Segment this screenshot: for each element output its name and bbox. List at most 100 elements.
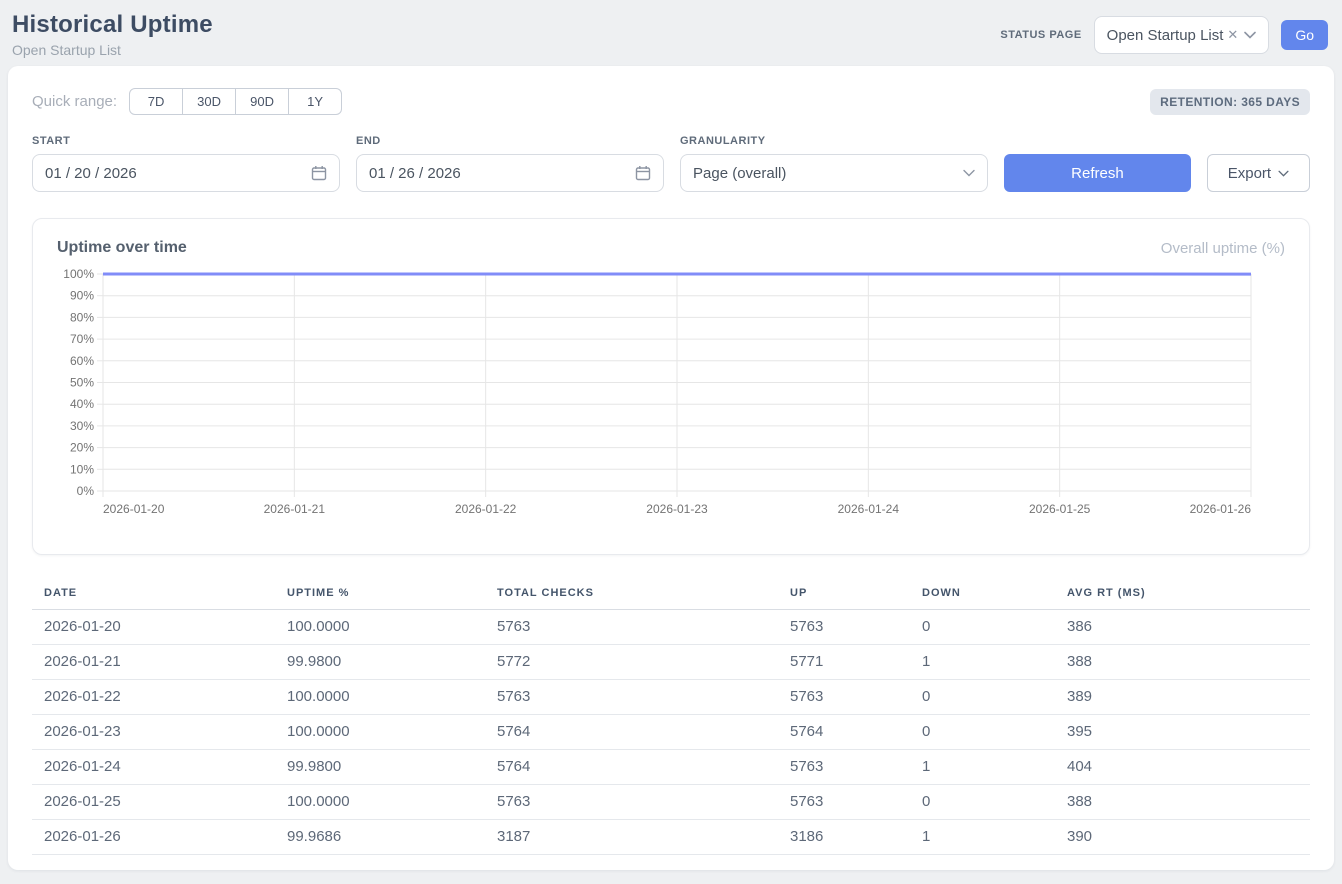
clear-selection-icon[interactable]: ✕: [1227, 27, 1238, 43]
chart-legend: Overall uptime (%): [1161, 240, 1285, 257]
table-cell: 5772: [485, 645, 778, 680]
column-header: DOWN: [910, 579, 1055, 610]
top-header: Historical Uptime Open Startup List STAT…: [0, 0, 1342, 66]
end-date-label: END: [356, 135, 664, 147]
end-date-input[interactable]: 01 / 26 / 2026: [356, 154, 664, 192]
table-header-row: DATEUPTIME %TOTAL CHECKSUPDOWNAVG RT (MS…: [32, 579, 1310, 610]
column-header: TOTAL CHECKS: [485, 579, 778, 610]
table-cell: 388: [1055, 785, 1310, 820]
table-cell: 1: [910, 750, 1055, 785]
table-body: 2026-01-20100.00005763576303862026-01-21…: [32, 610, 1310, 855]
y-axis-tick-label: 80%: [70, 310, 94, 324]
table-cell: 3186: [778, 820, 910, 855]
uptime-chart-svg: 0%10%20%30%40%50%60%70%80%90%100%2026-01…: [57, 265, 1285, 523]
export-button-label: Export: [1228, 165, 1271, 182]
go-button[interactable]: Go: [1281, 20, 1328, 50]
uptime-table: DATEUPTIME %TOTAL CHECKSUPDOWNAVG RT (MS…: [32, 579, 1310, 855]
chevron-down-icon: [1244, 31, 1256, 39]
filter-row: START 01 / 20 / 2026 END 01 / 26 / 2026 …: [32, 135, 1310, 192]
table-cell: 100.0000: [275, 785, 485, 820]
chart-header: Uptime over time Overall uptime (%): [57, 239, 1285, 257]
title-block: Historical Uptime Open Startup List: [12, 11, 213, 58]
granularity-select[interactable]: Page (overall): [680, 154, 988, 192]
table-cell: 5764: [485, 715, 778, 750]
page-subtitle: Open Startup List: [12, 42, 213, 58]
table-cell: 99.9800: [275, 645, 485, 680]
x-axis-tick-label: 2026-01-25: [1029, 502, 1091, 516]
granularity-label: GRANULARITY: [680, 135, 988, 147]
status-page-label: STATUS PAGE: [1000, 29, 1081, 41]
chevron-down-icon: [1278, 170, 1289, 177]
y-axis-tick-label: 100%: [63, 267, 94, 281]
table-cell: 100.0000: [275, 680, 485, 715]
y-axis-tick-label: 60%: [70, 354, 94, 368]
x-axis-tick-label: 2026-01-20: [103, 502, 165, 516]
uptime-line-chart: 0%10%20%30%40%50%60%70%80%90%100%2026-01…: [57, 265, 1285, 528]
export-button[interactable]: Export: [1207, 154, 1310, 192]
table-cell: 5763: [778, 785, 910, 820]
table-cell: 386: [1055, 610, 1310, 645]
quick-range-1y[interactable]: 1Y: [288, 88, 342, 115]
y-axis-tick-label: 0%: [77, 484, 95, 498]
quick-range-90d[interactable]: 90D: [235, 88, 289, 115]
table-cell: 388: [1055, 645, 1310, 680]
refresh-button[interactable]: Refresh: [1004, 154, 1191, 192]
quick-range-7d[interactable]: 7D: [129, 88, 183, 115]
table-row: 2026-01-22100.0000576357630389: [32, 680, 1310, 715]
table-cell: 5763: [485, 785, 778, 820]
y-axis-tick-label: 30%: [70, 419, 94, 433]
table-cell: 2026-01-25: [32, 785, 275, 820]
table-cell: 5763: [485, 680, 778, 715]
quick-range-label: Quick range:: [32, 93, 117, 110]
table-cell: 389: [1055, 680, 1310, 715]
calendar-icon[interactable]: [311, 165, 327, 181]
table-cell: 100.0000: [275, 715, 485, 750]
status-page-selected-value: Open Startup List: [1107, 27, 1224, 44]
header-controls: STATUS PAGE Open Startup List ✕ Go: [1000, 16, 1328, 54]
quick-range-buttons: 7D30D90D1Y: [129, 88, 342, 115]
quick-range-row: Quick range: 7D30D90D1Y RETENTION: 365 D…: [32, 88, 1310, 115]
y-axis-tick-label: 50%: [70, 376, 94, 390]
table-cell: 100.0000: [275, 610, 485, 645]
table-cell: 2026-01-20: [32, 610, 275, 645]
table-cell: 0: [910, 680, 1055, 715]
table-row: 2026-01-2199.9800577257711388: [32, 645, 1310, 680]
start-date-field: START 01 / 20 / 2026: [32, 135, 340, 192]
column-header: UPTIME %: [275, 579, 485, 610]
end-date-value: 01 / 26 / 2026: [369, 165, 461, 182]
table-cell: 390: [1055, 820, 1310, 855]
table-row: 2026-01-23100.0000576457640395: [32, 715, 1310, 750]
table-cell: 5771: [778, 645, 910, 680]
x-axis-tick-label: 2026-01-22: [455, 502, 517, 516]
status-page-select[interactable]: Open Startup List ✕: [1094, 16, 1270, 54]
table-cell: 2026-01-21: [32, 645, 275, 680]
granularity-field: GRANULARITY Page (overall): [680, 135, 988, 192]
table-cell: 1: [910, 820, 1055, 855]
start-date-label: START: [32, 135, 340, 147]
y-axis-tick-label: 10%: [70, 462, 94, 476]
retention-badge: RETENTION: 365 DAYS: [1150, 89, 1310, 115]
column-header: AVG RT (MS): [1055, 579, 1310, 610]
table-cell: 3187: [485, 820, 778, 855]
chevron-down-icon: [963, 169, 975, 177]
table-cell: 0: [910, 610, 1055, 645]
quick-range-30d[interactable]: 30D: [182, 88, 236, 115]
uptime-chart-card: Uptime over time Overall uptime (%) 0% 10…: [32, 218, 1310, 555]
y-axis-tick-label: 20%: [70, 441, 94, 455]
table-row: 2026-01-2699.9686318731861390: [32, 820, 1310, 855]
table-cell: 2026-01-22: [32, 680, 275, 715]
x-axis-tick-label: 2026-01-24: [838, 502, 900, 516]
table-cell: 1: [910, 645, 1055, 680]
table-cell: 99.9800: [275, 750, 485, 785]
table-cell: 404: [1055, 750, 1310, 785]
calendar-icon[interactable]: [635, 165, 651, 181]
end-date-field: END 01 / 26 / 2026: [356, 135, 664, 192]
y-axis-tick-label: 90%: [70, 289, 94, 303]
start-date-input[interactable]: 01 / 20 / 2026: [32, 154, 340, 192]
table-cell: 0: [910, 715, 1055, 750]
table-cell: 5763: [485, 610, 778, 645]
table-cell: 5764: [485, 750, 778, 785]
table-row: 2026-01-2499.9800576457631404: [32, 750, 1310, 785]
granularity-value: Page (overall): [693, 165, 786, 182]
table-row: 2026-01-20100.0000576357630386: [32, 610, 1310, 645]
